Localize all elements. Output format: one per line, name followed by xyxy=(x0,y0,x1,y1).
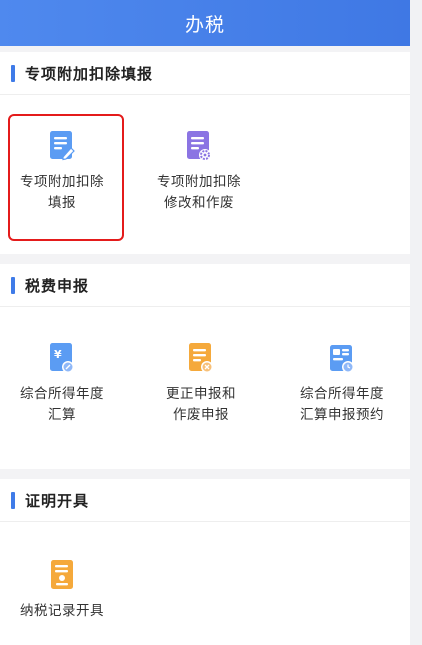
tax-record-certificate-button[interactable]: 纳税记录开具 xyxy=(2,559,122,622)
document-cancel-icon xyxy=(189,343,213,373)
section-accent-bar xyxy=(11,277,15,294)
schedule-document-icon xyxy=(330,345,354,373)
section-header: 税费申报 xyxy=(0,264,410,307)
certificate-document-icon xyxy=(51,560,73,589)
annual-settlement-appointment-button[interactable]: 综合所得年度 汇算申报预约 xyxy=(277,342,407,426)
item-label-line2: 作废申报 xyxy=(173,407,229,423)
item-label-line1: 综合所得年度 xyxy=(300,386,384,402)
section-title: 税费申报 xyxy=(25,276,90,295)
item-label-line2: 汇算申报预约 xyxy=(300,407,384,423)
section-accent-bar xyxy=(11,65,15,82)
svg-text:¥: ¥ xyxy=(54,348,62,361)
page-header: 办税 xyxy=(0,0,410,46)
section-accent-bar xyxy=(11,492,15,509)
section-tax-filing: 税费申报 ¥ 综合所得年度 汇算 更正申报和 作废申报 综合所得年度 汇算申报预… xyxy=(0,264,410,469)
section-title: 专项附加扣除填报 xyxy=(25,64,154,83)
section-header: 证明开具 xyxy=(0,479,410,522)
document-settings-icon xyxy=(187,131,211,161)
correct-cancel-filing-button[interactable]: 更正申报和 作废申报 xyxy=(141,342,261,426)
special-deduction-modify-button[interactable]: 专项附加扣除 修改和作废 xyxy=(139,130,259,214)
item-label-line2: 汇算 xyxy=(48,407,76,423)
annual-settlement-button[interactable]: ¥ 综合所得年度 汇算 xyxy=(2,342,122,426)
item-label-line1: 纳税记录开具 xyxy=(20,603,104,619)
scrollbar[interactable] xyxy=(410,0,422,645)
item-label-line2: 修改和作废 xyxy=(164,195,234,211)
yuan-document-icon: ¥ xyxy=(50,343,74,373)
section-title: 证明开具 xyxy=(25,491,90,510)
section-header: 专项附加扣除填报 xyxy=(0,52,410,95)
item-label-line1: 专项附加扣除 xyxy=(157,174,241,190)
section-certificate: 证明开具 纳税记录开具 xyxy=(0,479,410,645)
page-title: 办税 xyxy=(184,13,225,36)
item-label-line1: 更正申报和 xyxy=(166,386,236,402)
item-label-line1: 综合所得年度 xyxy=(20,386,104,402)
selection-highlight-box xyxy=(8,114,124,241)
